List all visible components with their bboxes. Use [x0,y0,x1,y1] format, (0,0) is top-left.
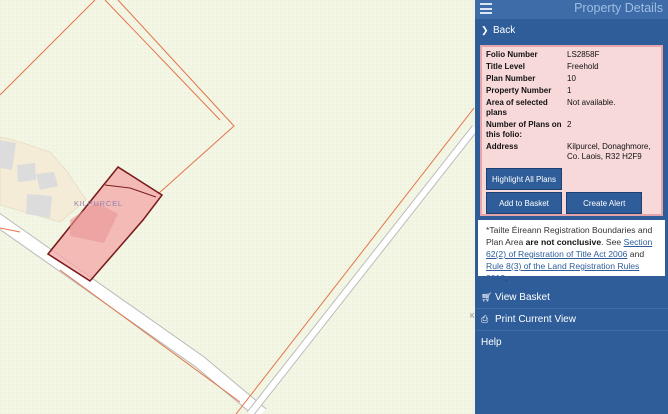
disclaimer-notice: *Tailte Éireann Registration Boundaries … [478,220,665,283]
property-details-card: Folio Number LS2858F Title Level Freehol… [480,45,663,216]
detail-value: Not available. [567,98,616,107]
create-alert-button[interactable]: Create Alert [566,192,643,214]
detail-row: Address Kilpurcel, Donaghmore, Co. Laois… [486,142,657,162]
detail-label: Plan Number [486,74,536,83]
print-view-label: Print Current View [495,314,576,325]
menu-icon[interactable] [480,3,492,15]
detail-row: Number of Plans on this folio: 2 [486,120,657,140]
detail-label: Address [486,142,519,151]
detail-label: Property Number [486,86,552,95]
detail-label: Folio Number [486,50,538,59]
notice-suffix: . [505,273,508,283]
building [26,194,52,218]
detail-row: Plan Number 10 [486,74,657,84]
detail-row: Area of selected plans Not available. [486,98,657,118]
detail-row: Folio Number LS2858F [486,50,657,60]
back-label: Back [493,24,516,36]
view-basket-button[interactable]: 🛒︎ View Basket [475,287,668,309]
building [17,163,36,182]
place-label: KILPURCEL [74,199,123,208]
back-button[interactable]: ❯ Back [475,19,668,41]
help-label: Help [481,336,502,348]
panel-header: Property Details [475,0,668,19]
detail-value: Freehold [567,62,599,71]
detail-value: Kilpurcel, Donaghmore, Co. Laois, R32 H2… [567,142,651,161]
cart-icon: 🛒︎ [481,292,493,302]
add-to-basket-button[interactable]: Add to Basket [486,192,562,214]
detail-row: Property Number 1 [486,86,657,96]
detail-value: 10 [567,74,576,83]
detail-value: 2 [567,120,572,129]
highlight-all-plans-button[interactable]: Highlight All Plans [486,168,562,190]
detail-label: Title Level [486,62,525,71]
view-basket-label: View Basket [495,292,550,303]
notice-mid1: . See [601,237,624,247]
panel-title: Property Details [574,1,663,15]
help-button[interactable]: Help [475,331,668,353]
detail-label: Number of Plans on this folio: [486,120,562,139]
detail-label: Area of selected plans [486,98,548,117]
notice-bold: are not conclusive [525,237,602,247]
detail-actions: Highlight All Plans Add to Basket Create… [486,168,657,214]
detail-value: 1 [567,86,572,95]
print-current-view-button[interactable]: ⎙ Print Current View [475,309,668,331]
notice-mid2: and [627,249,645,259]
property-details-panel: Property Details ❯ Back Folio Number LS2… [475,0,668,414]
printer-icon: ⎙ [481,314,489,324]
detail-row: Title Level Freehold [486,62,657,72]
chevron-right-icon: ❯ [481,24,489,35]
detail-value: LS2858F [567,50,600,59]
